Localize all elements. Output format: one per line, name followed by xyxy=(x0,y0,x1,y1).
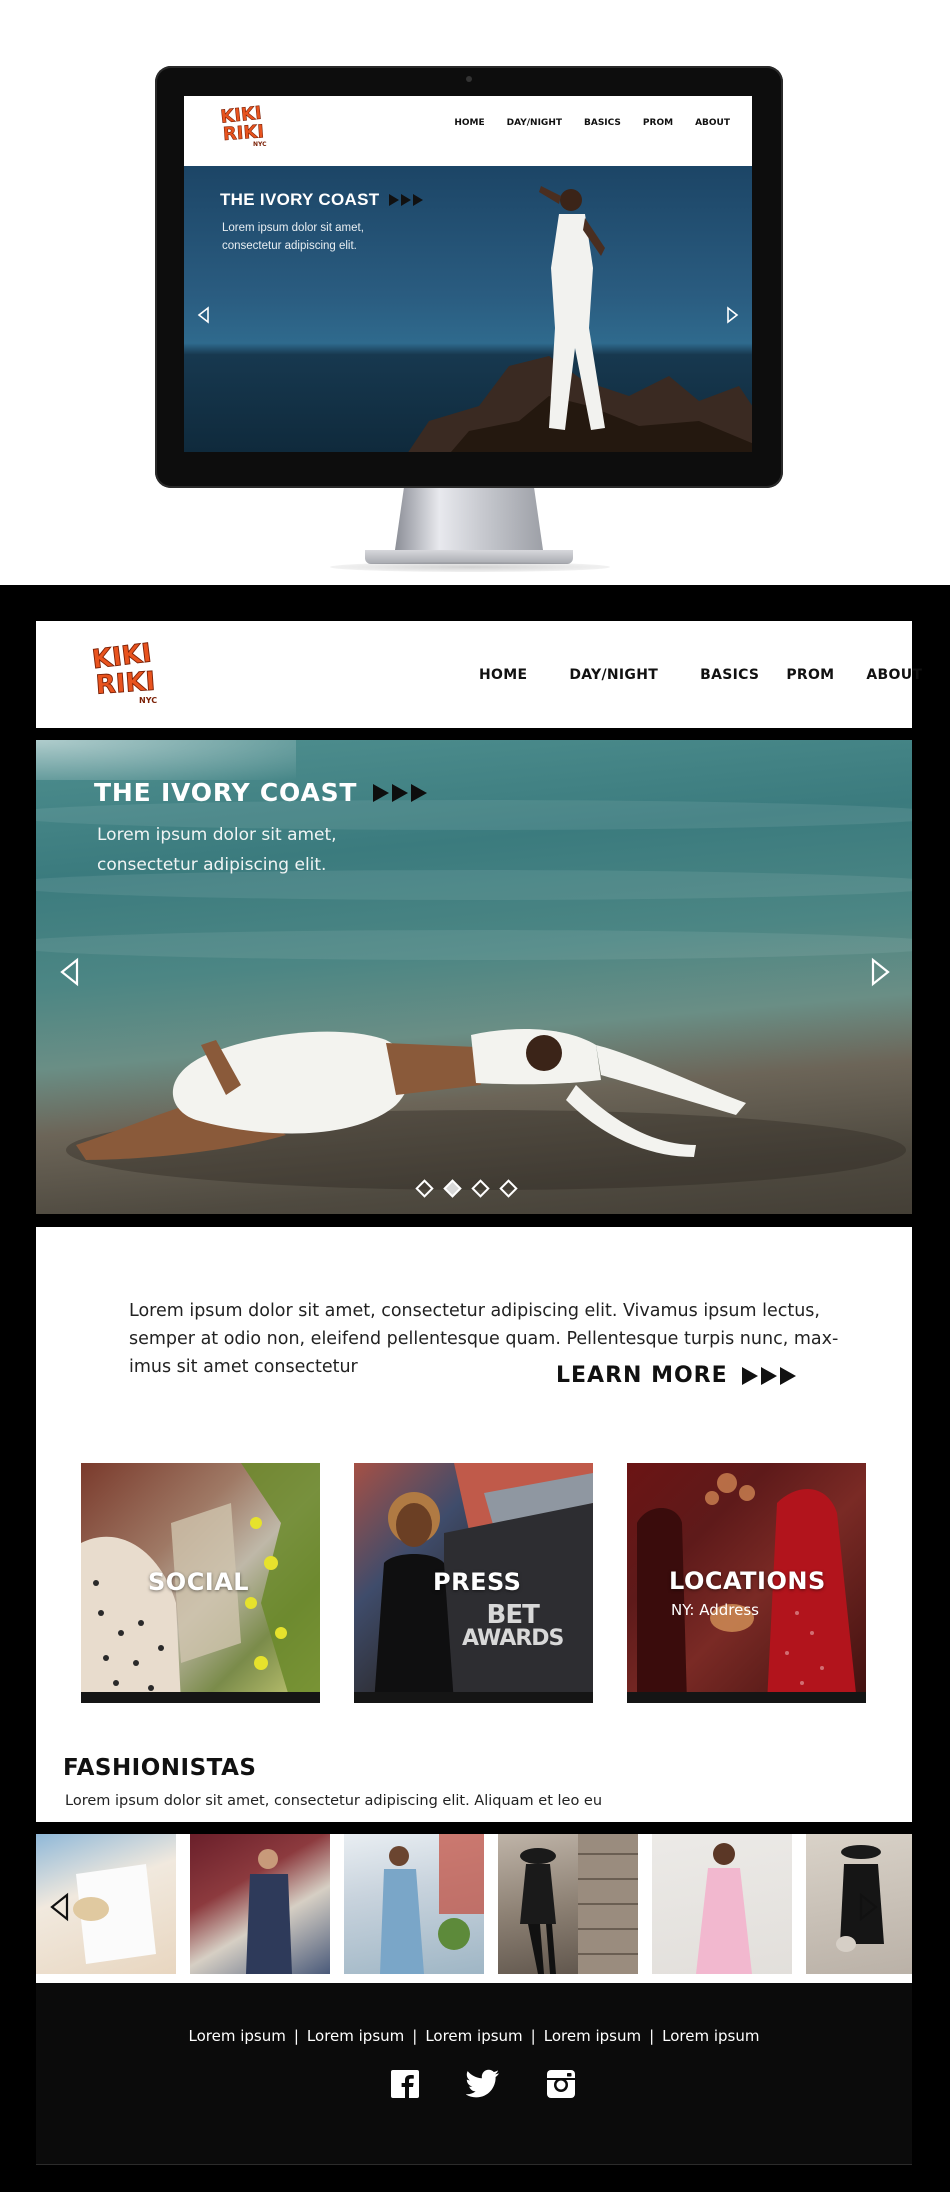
slider-dot-4[interactable] xyxy=(499,1179,518,1198)
bet-awards-badge: BET AWARDS xyxy=(462,1600,564,1651)
site-logo[interactable]: KIKI RIKI NYC xyxy=(90,637,161,711)
card-locations-bar xyxy=(627,1692,866,1703)
hero-slider: THE IVORY COAST Lorem ipsum dolor sit am… xyxy=(36,740,912,1214)
monitor-shadow xyxy=(330,562,610,572)
card-locations-title: LOCATIONS xyxy=(669,1567,826,1595)
hero-title-text: THE IVORY COAST xyxy=(94,778,358,807)
webcam-dot xyxy=(466,76,472,82)
nav-prom[interactable]: PROM xyxy=(786,667,834,683)
gallery-thumb-3[interactable] xyxy=(344,1834,484,1974)
fashionistas-gallery xyxy=(36,1834,912,1983)
learn-more-label: LEARN MORE xyxy=(556,1363,728,1388)
hero-next-arrow-icon[interactable] xyxy=(870,957,892,987)
hero-title: THE IVORY COAST xyxy=(94,778,429,807)
card-press[interactable]: PRESS BET AWARDS xyxy=(354,1463,593,1703)
wave-foam xyxy=(36,740,296,780)
mockup-nav-daynight[interactable]: DAY/NIGHT xyxy=(507,118,562,128)
monitor-frame: KIKI RIKI NYC HOME DAY/NIGHT BASICS PROM… xyxy=(155,66,783,488)
hero-subtitle: Lorem ipsum dolor sit amet, consectetur … xyxy=(97,820,417,880)
twitter-icon[interactable] xyxy=(466,2069,500,2099)
footer-separator: | xyxy=(530,2027,536,2045)
footer-link-4[interactable]: Lorem ipsum xyxy=(544,2027,641,2045)
mockup-nav-about[interactable]: ABOUT xyxy=(695,118,730,128)
footer-separator: | xyxy=(293,2027,299,2045)
fashionistas-title: FASHIONISTAS xyxy=(63,1755,257,1781)
mockup-hero-title-text: THE IVORY COAST xyxy=(220,190,380,209)
nav-home[interactable]: HOME xyxy=(479,667,527,683)
nav-daynight[interactable]: DAY/NIGHT xyxy=(569,667,658,683)
card-social-title: SOCIAL xyxy=(148,1568,250,1596)
mockup-nav-prom[interactable]: PROM xyxy=(643,118,673,128)
triple-arrow-icon xyxy=(389,194,424,206)
hero-sub-line1: Lorem ipsum dolor sit amet, xyxy=(97,825,337,845)
mockup-hero-title: THE IVORY COAST xyxy=(220,190,425,210)
slider-dots xyxy=(415,1179,518,1198)
footer-link-3[interactable]: Lorem ipsum xyxy=(425,2027,522,2045)
social-icons xyxy=(390,2069,576,2099)
gallery-thumb-4[interactable] xyxy=(498,1834,638,1974)
gallery-thumb-5[interactable] xyxy=(652,1834,792,1974)
learn-more-button[interactable]: LEARN MORE xyxy=(556,1363,798,1388)
mockup-hero-subtitle: Lorem ipsum dolor sit amet, consectetur … xyxy=(222,219,422,255)
mockup-header: KIKI RIKI NYC HOME DAY/NIGHT BASICS PROM… xyxy=(184,96,752,159)
gallery-next-arrow-icon[interactable] xyxy=(858,1892,880,1922)
mockup-nav-basics[interactable]: BASICS xyxy=(584,118,621,128)
mockup-hero-sub-line2: consectetur adipiscing elit. xyxy=(222,240,357,252)
slider-dot-3[interactable] xyxy=(471,1179,490,1198)
card-social-bar xyxy=(81,1692,320,1703)
content-section: Lorem ipsum dolor sit amet, consectetur … xyxy=(36,1227,912,1822)
card-locations[interactable]: LOCATIONS NY: Address xyxy=(627,1463,866,1703)
bet-badge-line1: BET xyxy=(486,1600,540,1630)
slider-dot-1[interactable] xyxy=(415,1179,434,1198)
instagram-icon[interactable] xyxy=(546,2069,576,2099)
model-standing-image xyxy=(539,186,605,430)
monitor-mockup: KIKI RIKI NYC HOME DAY/NIGHT BASICS PROM… xyxy=(0,0,950,585)
main-nav: HOME DAY/NIGHT BASICS PROM ABOUT xyxy=(479,621,922,728)
hero-prev-arrow-icon[interactable] xyxy=(58,957,80,987)
footer-separator: | xyxy=(649,2027,655,2045)
hero-sub-line2: consectetur adipiscing elit. xyxy=(97,855,327,875)
footer-link-1[interactable]: Lorem ipsum xyxy=(189,2027,286,2045)
mockup-prev-arrow-icon[interactable] xyxy=(196,306,210,324)
card-social[interactable]: SOCIAL xyxy=(81,1463,320,1703)
nav-about[interactable]: ABOUT xyxy=(866,667,922,683)
mockup-next-arrow-icon[interactable] xyxy=(726,306,740,324)
website-layout: KIKI RIKI NYC HOME DAY/NIGHT BASICS PROM… xyxy=(0,585,950,2192)
footer-links: Lorem ipsum | Lorem ipsum | Lorem ipsum | Lore… xyxy=(36,2027,912,2045)
feature-cards: SOCIAL PRESS BET AWARDS LOCATIONS NY: Ad… xyxy=(81,1463,867,1703)
mockup-hero: THE IVORY COAST Lorem ipsum dolor sit am… xyxy=(184,166,752,452)
triple-arrow-icon xyxy=(373,783,428,802)
mockup-hero-sub-line1: Lorem ipsum dolor sit amet, xyxy=(222,222,364,234)
site-footer: Lorem ipsum | Lorem ipsum | Lorem ipsum | Lore… xyxy=(36,1983,912,2165)
monitor-screen: KIKI RIKI NYC HOME DAY/NIGHT BASICS PROM… xyxy=(184,96,752,452)
model-reclining-image xyxy=(66,1029,906,1190)
mockup-nav: HOME DAY/NIGHT BASICS PROM ABOUT xyxy=(454,118,730,128)
card-locations-subtitle: NY: Address xyxy=(671,1601,759,1619)
monitor-stand xyxy=(395,488,543,550)
footer-separator: | xyxy=(412,2027,418,2045)
card-press-title: PRESS xyxy=(433,1568,522,1596)
triple-arrow-icon xyxy=(741,1366,796,1385)
slider-dot-2[interactable] xyxy=(443,1179,462,1198)
card-press-bar xyxy=(354,1692,593,1703)
fashionistas-subtitle: Lorem ipsum dolor sit amet, consectetur … xyxy=(65,1793,603,1809)
footer-link-2[interactable]: Lorem ipsum xyxy=(307,2027,404,2045)
mockup-nav-home[interactable]: HOME xyxy=(454,118,484,128)
gallery-thumb-2[interactable] xyxy=(190,1834,330,1974)
facebook-icon[interactable] xyxy=(390,2069,420,2099)
svg-text:NYC: NYC xyxy=(139,696,157,705)
nav-basics[interactable]: BASICS xyxy=(700,667,759,683)
bet-badge-line2: AWARDS xyxy=(462,1626,564,1651)
mockup-logo[interactable]: KIKI RIKI NYC xyxy=(219,101,269,153)
footer-link-5[interactable]: Lorem ipsum xyxy=(662,2027,759,2045)
svg-text:NYC: NYC xyxy=(253,141,267,148)
site-header: KIKI RIKI NYC HOME DAY/NIGHT BASICS PROM… xyxy=(36,621,922,728)
gallery-prev-arrow-icon[interactable] xyxy=(48,1892,70,1922)
